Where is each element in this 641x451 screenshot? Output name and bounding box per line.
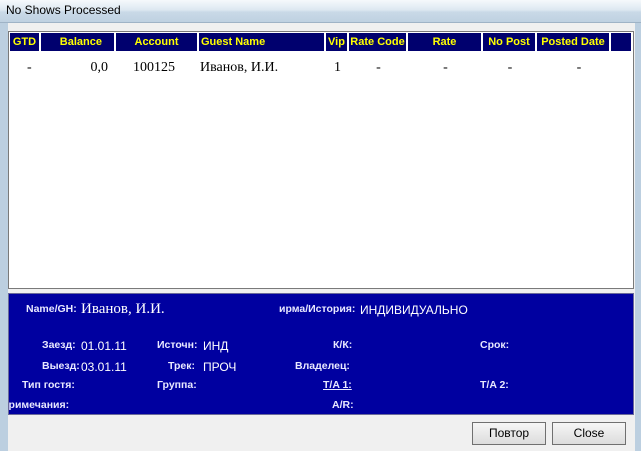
column-header-rate-code[interactable]: Rate Code <box>349 33 408 51</box>
no-shows-grid[interactable]: GTD Balance Account Guest Name Vip Rate … <box>8 31 634 289</box>
firm-value: ИНДИВИДУАЛЬНО <box>360 303 468 317</box>
firm-history-label: ирма/История: <box>279 303 356 315</box>
column-header-posted-date[interactable]: Posted Date <box>537 33 611 51</box>
title-bar[interactable]: No Shows Processed <box>0 0 641 23</box>
name-value: Иванов, И.И. <box>81 301 165 317</box>
window-frame-right <box>635 23 641 451</box>
column-header-balance[interactable]: Balance <box>41 33 116 51</box>
column-header-guest-name[interactable]: Guest Name <box>199 33 326 51</box>
cell-gtd: - <box>27 60 32 75</box>
owner-label: Владелец: <box>295 360 350 372</box>
close-button[interactable]: Close <box>552 422 626 445</box>
track-value: ПРОЧ <box>203 360 237 374</box>
cell-account: 100125 <box>133 60 175 75</box>
column-header-vip[interactable]: Vip <box>326 33 349 51</box>
arrival-value: 01.01.11 <box>81 339 127 353</box>
name-label: Name/GH: <box>26 303 77 315</box>
credit-card-label: К/К: <box>333 339 353 351</box>
column-header-gtd[interactable]: GTD <box>10 33 41 51</box>
source-label: Источн: <box>157 339 198 351</box>
guest-details-panel: Name/GH: Иванов, И.И. ирма/История: ИНДИ… <box>8 293 634 415</box>
term-label: Срок: <box>480 339 510 351</box>
cell-posted-date: - <box>576 60 582 75</box>
arrival-label: Заезд: <box>42 339 76 351</box>
column-header-rate[interactable]: Rate <box>408 33 483 51</box>
window-frame-left <box>0 23 8 451</box>
group-label: Группа: <box>157 379 197 391</box>
departure-label: Выезд: <box>42 360 80 372</box>
window-title: No Shows Processed <box>6 3 121 17</box>
ar-label: A/R: <box>332 399 354 411</box>
cell-guest-name: Иванов, И.И. <box>200 60 279 75</box>
ta1-label: T/A 1: <box>323 379 352 391</box>
column-header-account[interactable]: Account <box>116 33 199 51</box>
guest-type-label: Тип гостя: <box>22 379 75 391</box>
cell-rate: - <box>443 60 448 75</box>
repeat-button[interactable]: Повтор <box>472 422 546 445</box>
departure-value: 03.01.11 <box>81 360 127 374</box>
cell-balance: 0,0 <box>90 60 109 75</box>
source-value: ИНД <box>203 339 229 353</box>
cell-vip: 1 <box>334 60 341 75</box>
column-header-filler <box>611 33 631 51</box>
cell-rate-code: - <box>376 60 381 75</box>
notes-label: Примечания: <box>8 399 70 411</box>
ta2-label: T/A 2: <box>480 379 509 391</box>
column-header-no-post[interactable]: No Post <box>483 33 537 51</box>
cell-no-post: - <box>507 60 513 75</box>
track-label: Трек: <box>168 360 196 372</box>
no-shows-window: No Shows Processed GTD Balance Account G… <box>0 0 641 451</box>
